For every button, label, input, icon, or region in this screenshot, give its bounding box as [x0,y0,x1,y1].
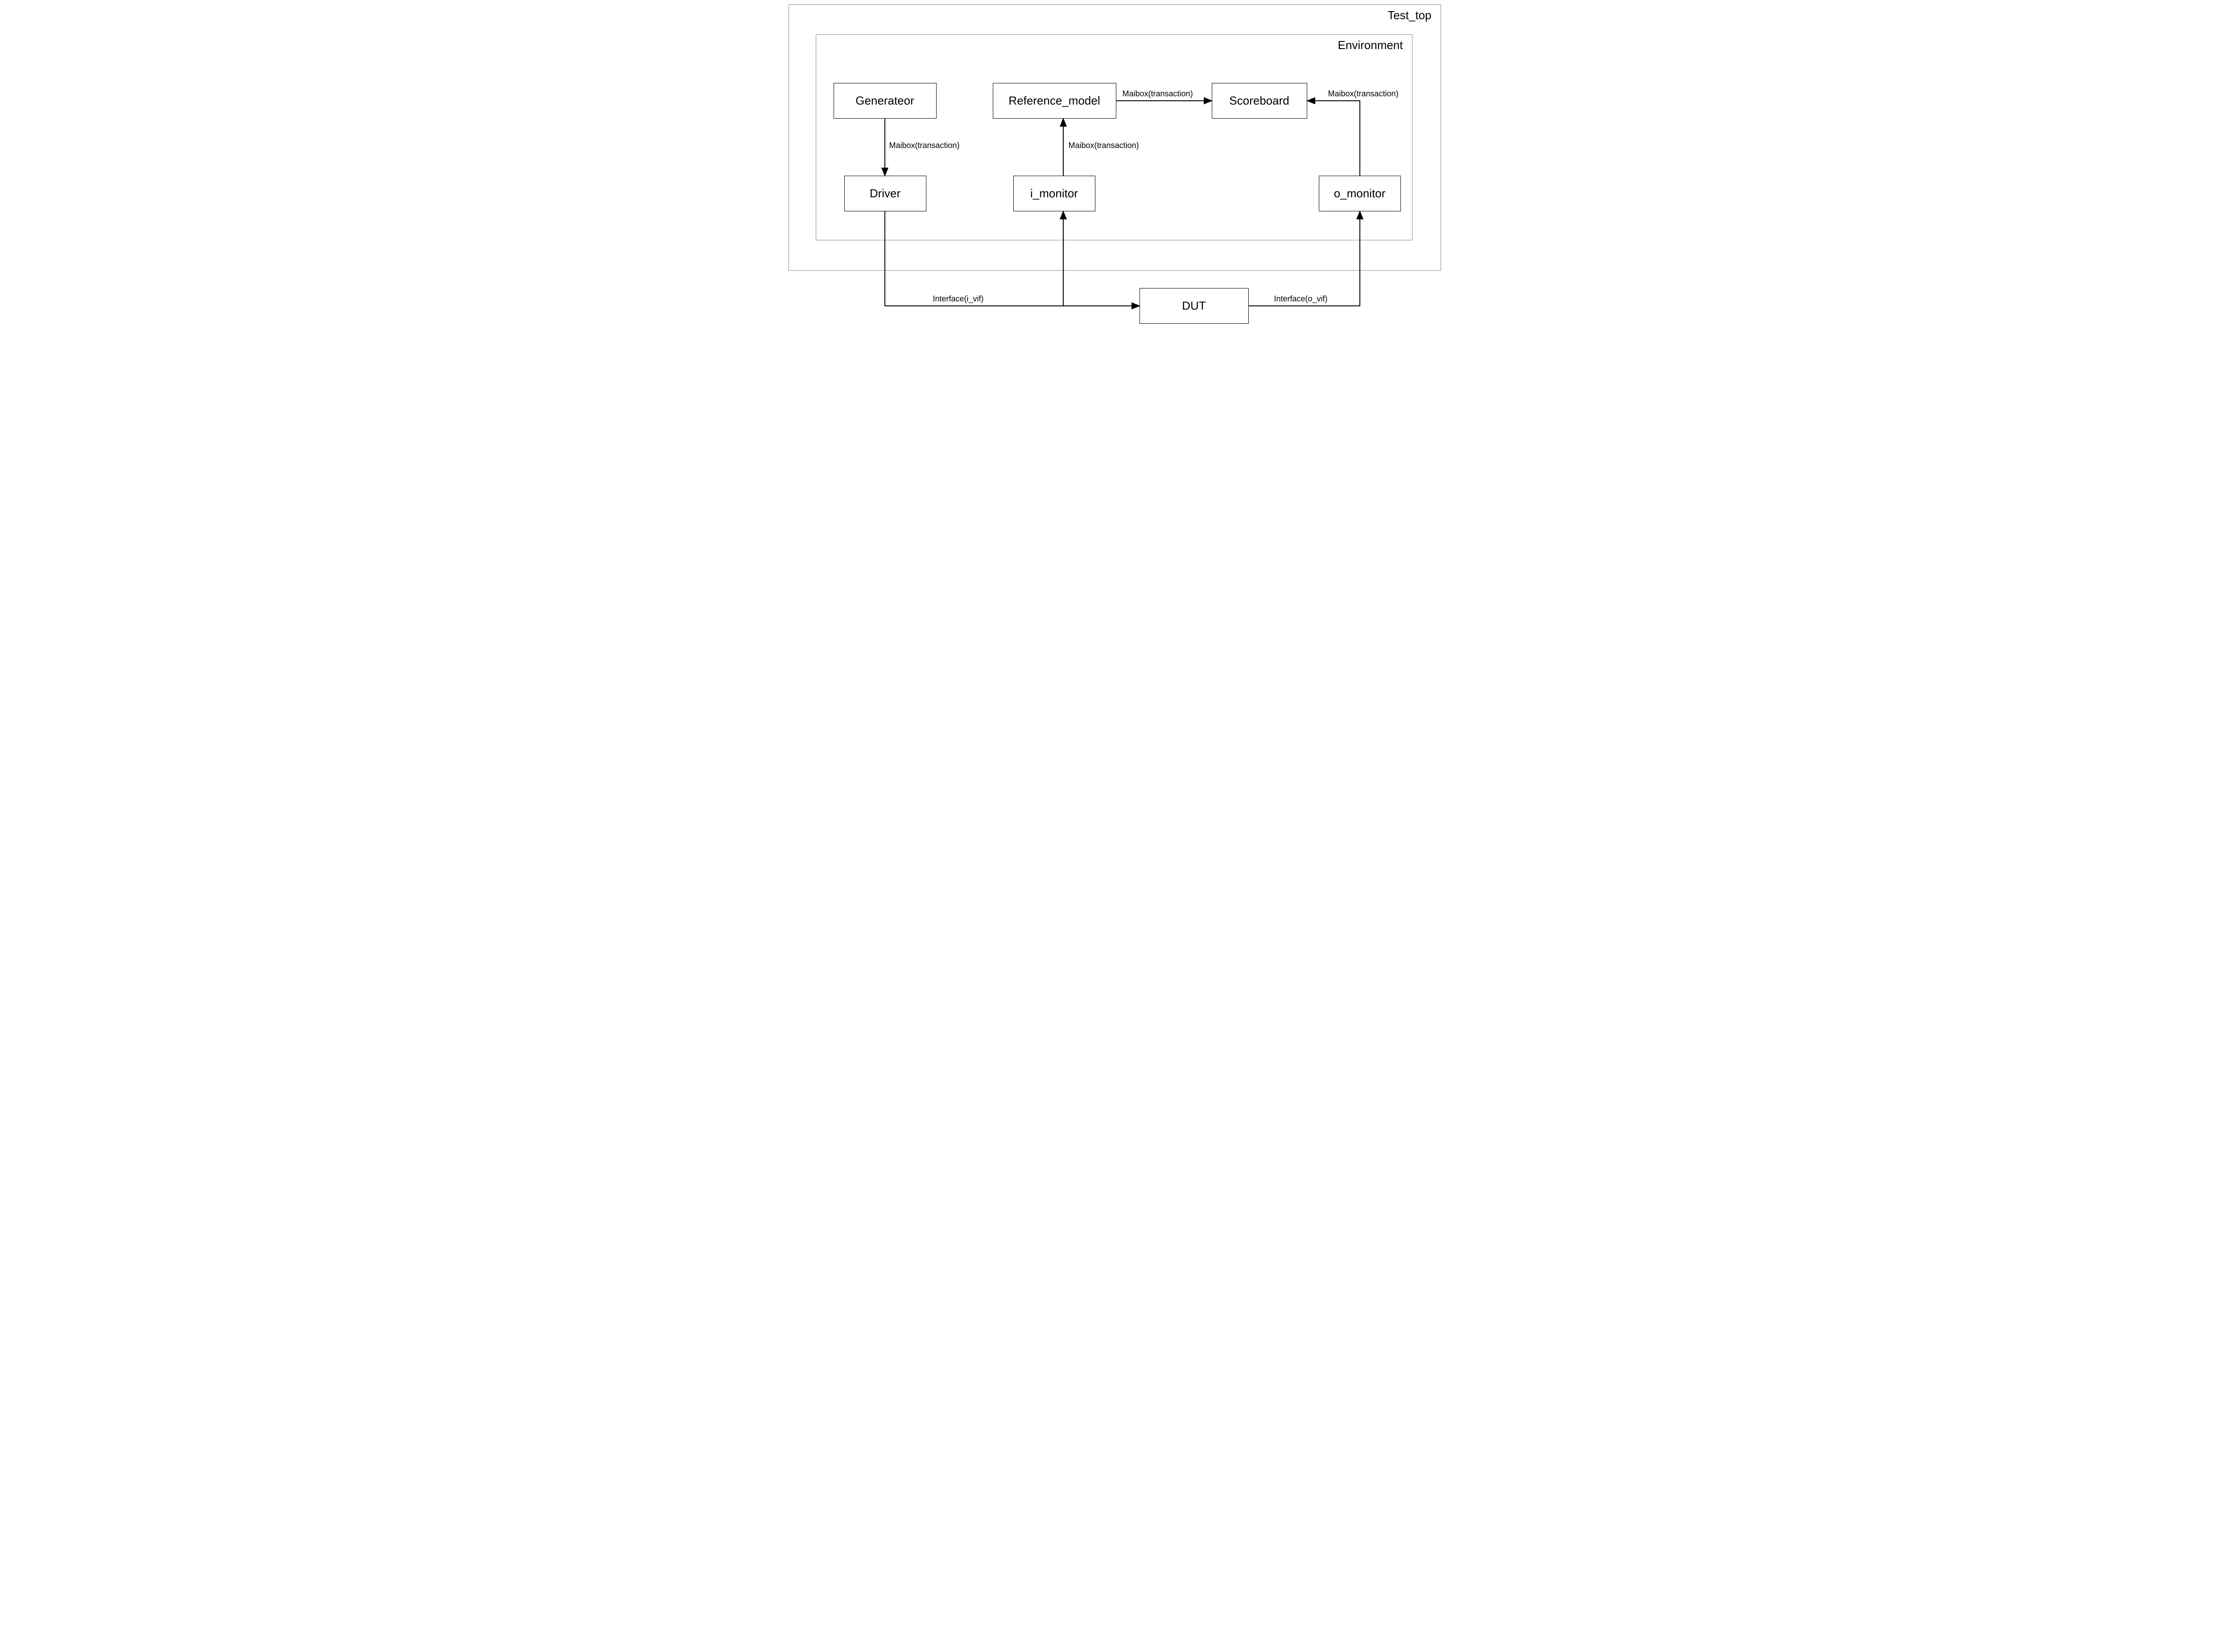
edge-label-driver-to-dut: Interface(i_vif) [933,294,984,304]
container-test-top-label: Test_top [1388,8,1431,22]
edge-label-ref-to-score: Maibox(transaction) [1123,89,1193,99]
node-o-monitor-label: o_monitor [1319,187,1400,201]
edge-label-imon-to-ref: Maibox(transaction) [1069,141,1139,150]
node-scoreboard: Scoreboard [1212,83,1307,119]
diagram-canvas: Test_top Environment Generateor Driver R… [786,0,1445,330]
node-scoreboard-label: Scoreboard [1212,94,1307,108]
edge-label-omon-to-score: Maibox(transaction) [1328,89,1399,99]
node-generator: Generateor [834,83,937,119]
node-driver: Driver [844,176,926,211]
node-i-monitor-label: i_monitor [1014,187,1095,201]
node-i-monitor: i_monitor [1013,176,1095,211]
node-o-monitor: o_monitor [1319,176,1401,211]
node-generator-label: Generateor [834,94,936,108]
node-dut-label: DUT [1140,299,1248,313]
node-reference-model: Reference_model [993,83,1116,119]
node-dut: DUT [1140,288,1249,324]
edge-label-dut-to-omon: Interface(o_vif) [1274,294,1328,304]
node-reference-model-label: Reference_model [993,94,1116,108]
container-environment-label: Environment [1338,38,1403,52]
node-driver-label: Driver [845,187,926,201]
edge-label-gen-to-driver: Maibox(transaction) [889,141,960,150]
